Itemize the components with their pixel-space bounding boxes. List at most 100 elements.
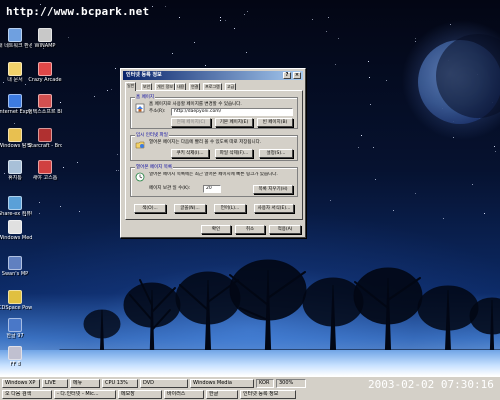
star xyxy=(165,6,166,7)
desktop-icon-ff8[interactable]: FF 8 xyxy=(0,346,32,367)
desktop-icon-starcraft[interactable]: Starcraft - Brood War xyxy=(28,128,62,149)
tab-content[interactable]: 내용 xyxy=(175,83,187,90)
history-group: 열어본 페이지 목록 열어본 페이지 목록에는 최근 열어본 페이지에 빠른 링… xyxy=(130,164,298,197)
taskbar-window-button[interactable]: 메모장 xyxy=(118,390,162,399)
temp-files-description: 열어본 페이지는 다음에 빨리 볼 수 있도록 따로 저장됩니다. xyxy=(149,140,262,145)
blue-app-icon xyxy=(38,94,52,108)
taskbar-item[interactable]: CPU 13% xyxy=(102,379,138,388)
languages-button[interactable]: 언어(L)... xyxy=(214,204,246,213)
star xyxy=(117,154,118,155)
help-button[interactable]: ? xyxy=(283,72,291,79)
taskbar-item[interactable]: Windows XP xyxy=(2,379,40,388)
swan-mp-icon xyxy=(8,256,22,270)
cdspace-icon xyxy=(8,290,22,304)
taskbar-window-button[interactable]: 오 다음 검색 xyxy=(2,390,52,399)
network-places-icon xyxy=(8,28,22,42)
cancel-button[interactable]: 취소 xyxy=(235,225,265,234)
use-current-button[interactable]: 현재 페이지(C) xyxy=(171,118,211,127)
taskbar-item[interactable]: 300% xyxy=(276,379,306,388)
dialog-titlebar[interactable]: 인터넷 등록 정보 ? × xyxy=(123,71,303,80)
star xyxy=(94,96,95,97)
star xyxy=(369,77,370,78)
dialog-title: 인터넷 등록 정보 xyxy=(126,72,162,78)
star xyxy=(247,11,248,12)
tab-advanced[interactable]: 고급 xyxy=(225,83,237,90)
date-watermark: 2003-02-02 07:30:16 xyxy=(368,378,494,391)
taskbar-window-button[interactable]: 바이러스 xyxy=(164,390,204,399)
fonts-button[interactable]: 글꼴(N)... xyxy=(174,204,206,213)
desktop-icon-hangul-97[interactable]: 한글 97 xyxy=(0,318,32,339)
close-button[interactable]: × xyxy=(293,72,301,79)
home-page-description: 홈 페이지로 사용할 페이지를 변경할 수 있습니다. xyxy=(149,102,242,107)
star xyxy=(14,123,15,124)
taskbar-window-button[interactable]: - 다.인터넷 - Mic... xyxy=(54,390,116,399)
ok-button[interactable]: 확인 xyxy=(201,225,231,234)
star xyxy=(244,14,245,15)
star xyxy=(25,84,26,85)
star xyxy=(63,167,64,168)
star xyxy=(111,89,112,90)
apply-button[interactable]: 적용(A) xyxy=(269,225,301,234)
dialog-footer: 확인 취소 적용(A) xyxy=(125,224,303,236)
use-default-button[interactable]: 기본 페이지(E) xyxy=(215,118,253,127)
tab-connections[interactable]: 연결 xyxy=(189,83,201,90)
desktop-icon-cdspace[interactable]: CDSpace Power xyxy=(0,290,32,311)
desktop-icon-crazy-arcade[interactable]: Crazy Arcade xyxy=(28,62,62,83)
windows-media-icon xyxy=(8,220,22,234)
history-days-spinner[interactable]: 20 xyxy=(203,185,221,193)
taskbar-item[interactable]: DVD xyxy=(140,379,188,388)
desktop-icon-gostop[interactable]: 새야 고스톱 xyxy=(28,160,62,181)
taskbar-item[interactable]: Windows Media xyxy=(190,379,254,388)
my-documents-icon xyxy=(8,62,22,76)
taskbar-window-button[interactable]: 한글 xyxy=(206,390,238,399)
star xyxy=(330,200,331,201)
starcraft-icon xyxy=(38,128,52,142)
tab-privacy[interactable]: 개인 정보 xyxy=(155,83,175,90)
windows-explorer-icon xyxy=(8,128,22,142)
accessibility-button[interactable]: 사용자 서식(E)... xyxy=(254,204,294,213)
desktop-icon-label: Crazy Arcade xyxy=(28,77,62,83)
desktop-icon-shared-folder[interactable]: Share-ex 컴퓨터 폴더 xyxy=(0,196,32,217)
star xyxy=(328,17,329,18)
desktop: http://www.bcpark.net 내 네트워크 환경내 문서Inter… xyxy=(0,0,500,376)
tab-general[interactable]: 일반 xyxy=(125,82,137,91)
dialog-tabs: 일반 보안 개인 정보 내용 연결 프로그램 고급 xyxy=(125,82,303,91)
taskbar-item[interactable]: 메뉴 xyxy=(70,379,100,388)
star xyxy=(368,61,369,62)
colors-button[interactable]: 색(O)... xyxy=(134,204,166,213)
star xyxy=(172,53,173,54)
home-page-group: 홈 페이지 홈 페이지로 사용할 페이지를 변경할 수 있습니다. 주소(R):… xyxy=(130,94,298,129)
delete-files-button[interactable]: 파일 삭제(F)... xyxy=(215,149,253,158)
home-page-legend: 홈 페이지 xyxy=(135,94,155,100)
ff8-icon xyxy=(8,346,22,360)
desktop-icon-swan-mp[interactable]: Swan's MP xyxy=(0,256,32,277)
delete-cookies-button[interactable]: 쿠키 삭제(I)... xyxy=(171,149,209,158)
star xyxy=(393,210,394,211)
taskbar-item[interactable]: LIVE xyxy=(42,379,68,388)
desktop-icon-winamp[interactable]: WINAMP xyxy=(28,28,62,49)
star xyxy=(453,137,454,138)
taskbar-item[interactable]: KOR xyxy=(256,379,274,388)
tab-programs[interactable]: 프로그램 xyxy=(203,83,222,90)
star xyxy=(450,24,451,25)
home-page-address-field[interactable]: http://daepyoni.com/ xyxy=(171,108,293,116)
clear-history-button[interactable]: 목록 지우기(H) xyxy=(253,185,293,194)
star xyxy=(495,151,496,152)
use-blank-button[interactable]: 빈 페이지(B) xyxy=(257,118,293,127)
star xyxy=(415,41,416,42)
star xyxy=(234,28,235,29)
star xyxy=(225,20,226,21)
internet-explorer-icon xyxy=(8,94,22,108)
temp-settings-button[interactable]: 설정(S)... xyxy=(259,149,293,158)
star xyxy=(220,17,221,18)
star xyxy=(68,37,69,38)
star xyxy=(79,211,80,212)
tab-security[interactable]: 보안 xyxy=(141,83,153,90)
star xyxy=(312,19,313,20)
desktop-icon-label: FF 8 xyxy=(9,361,21,367)
desktop-icon-label: Swan's MP xyxy=(1,271,29,277)
taskbar-window-button[interactable]: 인터넷 등록 정보 xyxy=(240,390,296,399)
desktop-icon-windows-media[interactable]: Windows Media ... xyxy=(0,220,32,241)
desktop-icon-label: 새야 고스톱 xyxy=(32,175,58,181)
desktop-icon-blue-app[interactable]: 인텍스소프트 Blue V.88 xyxy=(28,94,62,115)
